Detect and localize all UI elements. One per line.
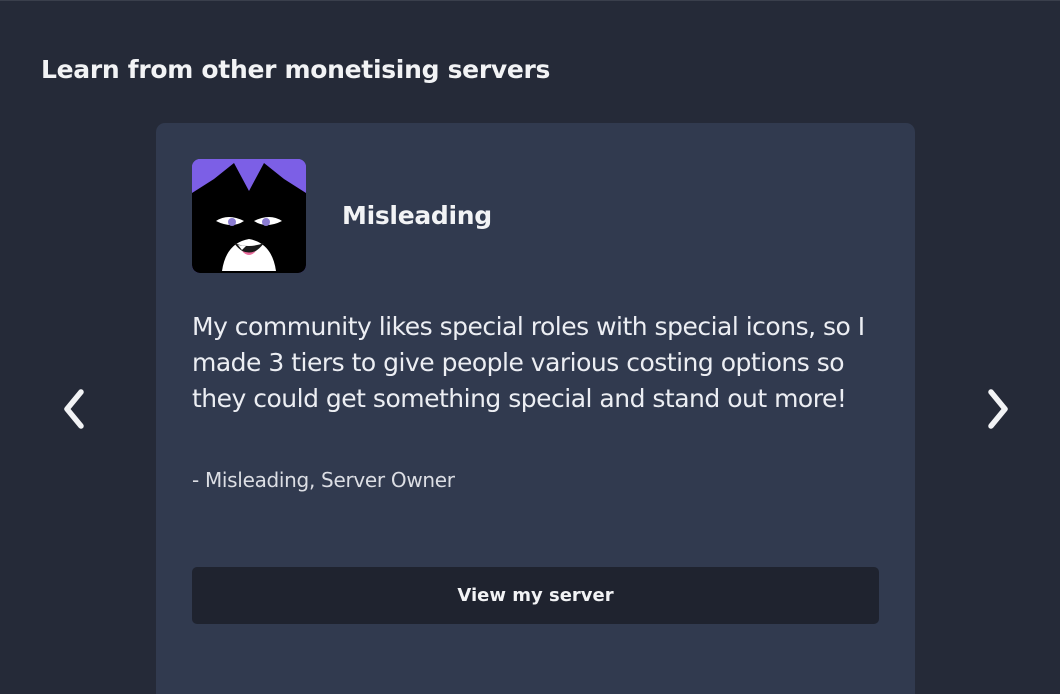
testimonial-card: Misleading My community likes special ro… (156, 123, 915, 694)
chevron-right-icon (988, 389, 1008, 429)
server-name: Misleading (342, 201, 492, 230)
cat-mascot-avatar-icon (192, 159, 306, 273)
section-title: Learn from other monetising servers (41, 55, 551, 84)
testimonial-quote: My community likes special roles with sp… (192, 312, 865, 413)
carousel-prev-button[interactable] (49, 384, 99, 434)
server-avatar (192, 159, 306, 273)
testimonial-attribution: - Misleading, Server Owner (192, 468, 455, 492)
view-server-button[interactable]: View my server (192, 567, 879, 624)
page: Learn from other monetising servers Misl… (0, 0, 1060, 694)
chevron-left-icon (64, 389, 84, 429)
carousel-next-button[interactable] (973, 384, 1023, 434)
